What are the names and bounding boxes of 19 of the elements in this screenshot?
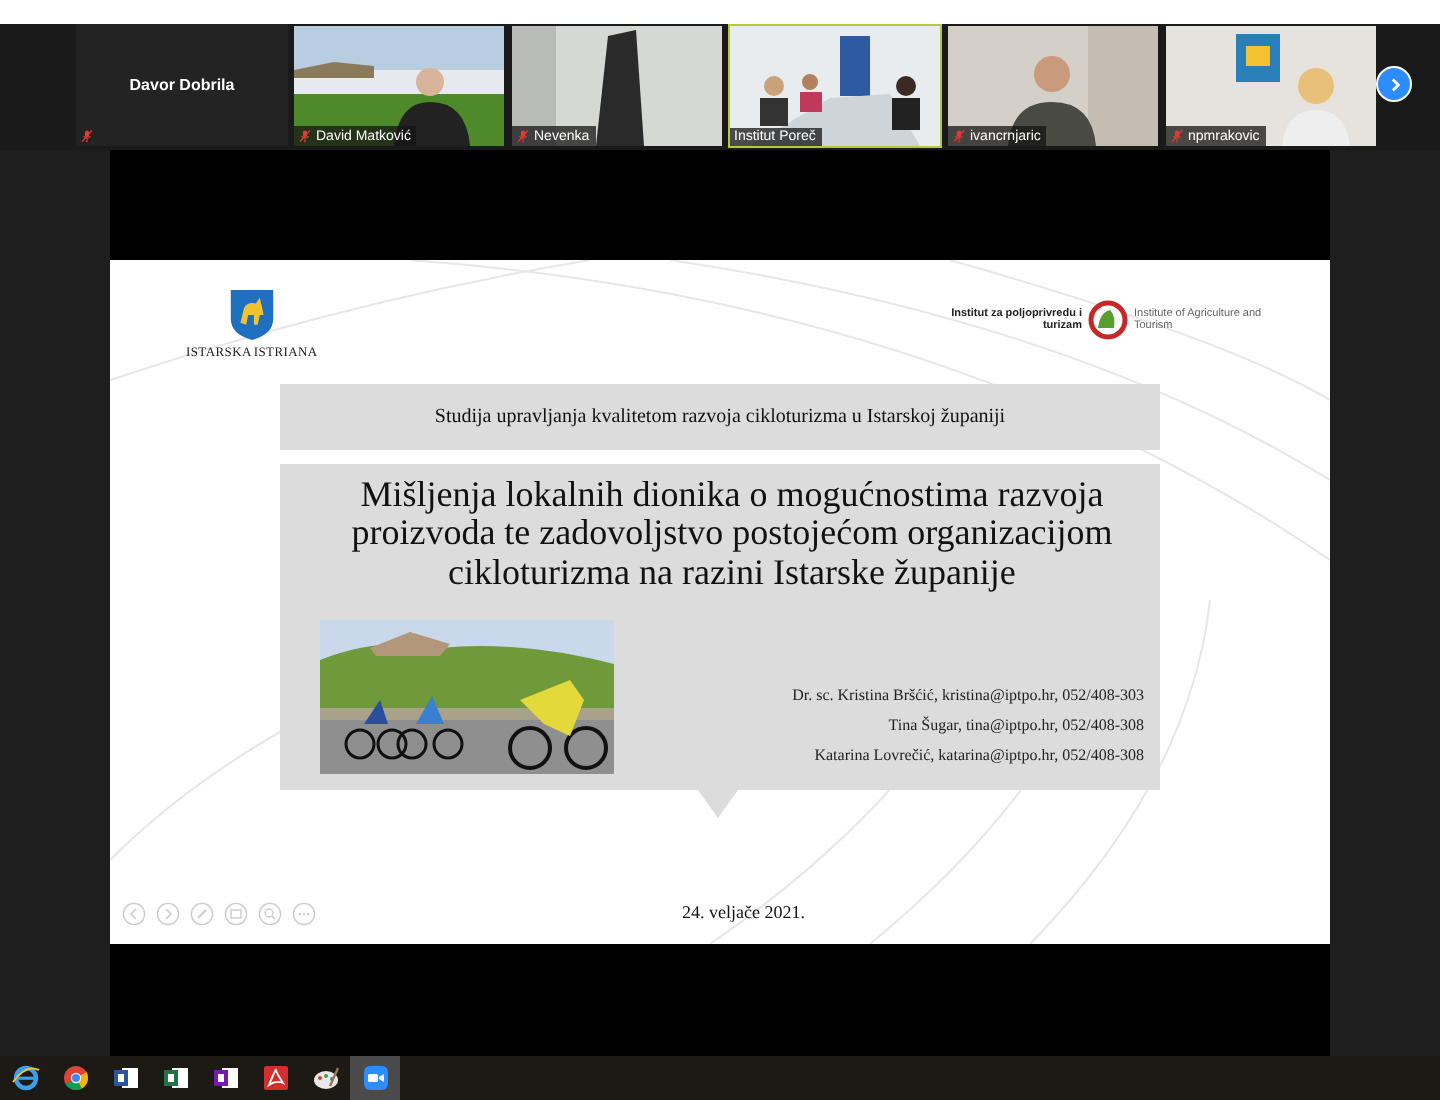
emblem-logo-icon bbox=[1088, 300, 1128, 340]
slide-title: Mišljenja lokalnih dionika o mogućnostima razvoja proizvoda te zadovoljstvo postojećom organizacijom cikloturizma na razini Istarske županije bbox=[349, 476, 1115, 593]
pdf-icon bbox=[261, 1064, 289, 1092]
browser-icon bbox=[11, 1064, 39, 1092]
next-page-button[interactable] bbox=[1376, 66, 1412, 102]
author-line: Dr. sc. Kristina Bršćić, kristina@iptpo.hr, 052/408-303 bbox=[792, 686, 1144, 705]
author-line: Katarina Lovrečić, katarina@iptpo.hr, 052/408-308 bbox=[814, 746, 1144, 765]
palette-icon bbox=[311, 1064, 339, 1092]
chrome-icon bbox=[61, 1064, 89, 1092]
subtitle-banner: Studija upravljanja kvalitetom razvoja cikloturizma u Istarskoj županiji bbox=[280, 384, 1160, 450]
shield-logo-icon bbox=[227, 288, 276, 342]
author-line: Tina Šugar, tina@iptpo.hr, 052/408-308 bbox=[888, 716, 1144, 735]
document-icon bbox=[111, 1064, 139, 1092]
slide-date: 24. veljače 2021. bbox=[682, 902, 805, 922]
document-icon bbox=[161, 1064, 189, 1092]
participant-name: Davor Dobrila bbox=[129, 76, 235, 94]
document-icon bbox=[211, 1064, 239, 1092]
video-camera-icon bbox=[361, 1064, 389, 1092]
taskbar-button[interactable] bbox=[350, 1056, 400, 1100]
